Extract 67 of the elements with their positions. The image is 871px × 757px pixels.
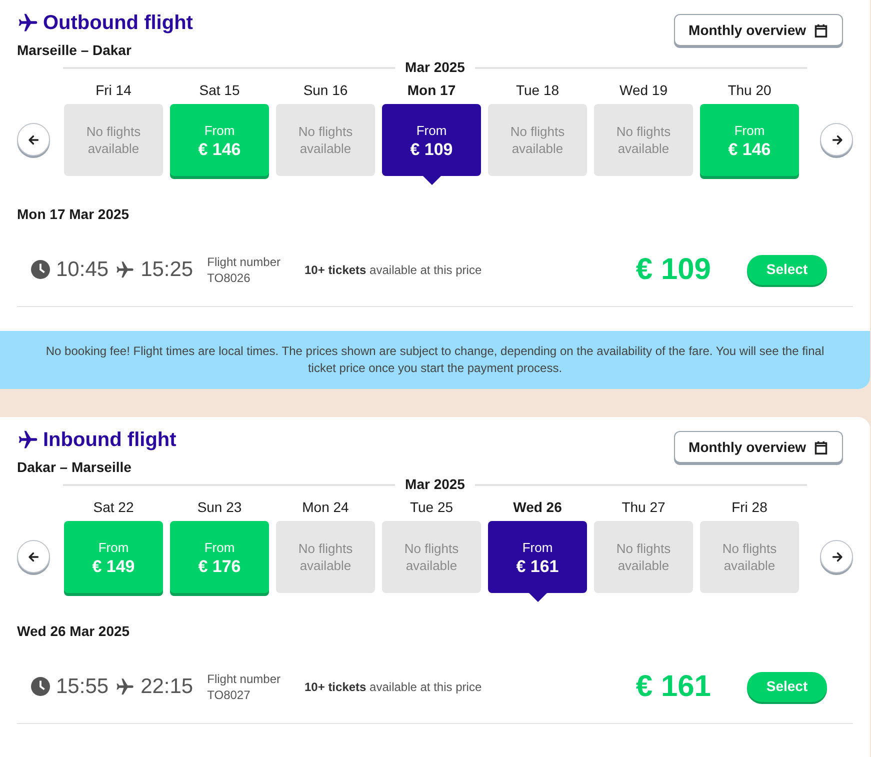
tile-pointer	[423, 176, 441, 185]
next-button[interactable]	[820, 540, 853, 573]
plane-icon	[114, 676, 135, 696]
flight-price: € 109	[636, 252, 711, 288]
day-label: Sat 22	[93, 498, 134, 517]
day-label: Sun 16	[303, 81, 348, 100]
day-label: Sun 23	[197, 498, 242, 517]
calendar-icon	[814, 440, 828, 454]
day-tile[interactable]: No flights available	[64, 104, 163, 176]
section-title: Inbound flight	[43, 428, 176, 453]
plane-icon	[17, 12, 39, 34]
day-tile[interactable]: No flights available	[382, 521, 481, 593]
route-text: Dakar – Marseille	[17, 458, 132, 477]
tile-pointer	[529, 593, 547, 602]
calendar-icon	[814, 22, 828, 38]
day-label: Wed 26	[513, 498, 562, 517]
flight-number: TO8027	[207, 686, 252, 702]
section-title: Outbound flight	[43, 11, 193, 36]
flight-number: TO8026	[207, 270, 252, 286]
day-label: Mon 17	[407, 81, 456, 100]
day-label: Thu 27	[622, 498, 666, 517]
departure-time: 10:45	[56, 256, 109, 283]
flight-price: € 161	[636, 669, 711, 705]
monthly-overview-button[interactable]: Monthly overview	[674, 431, 843, 463]
clock-icon	[31, 260, 50, 279]
departure-time: 15:55	[56, 674, 109, 700]
arrival-time: 15:25	[140, 256, 194, 283]
day-tile[interactable]: No flights available	[276, 521, 375, 593]
day-label: Sat 15	[199, 81, 240, 100]
day-label: Thu 20	[728, 81, 772, 100]
next-button[interactable]	[820, 123, 853, 156]
monthly-overview-button[interactable]: Monthly overview	[674, 14, 843, 46]
day-tile[interactable]: No flights available	[594, 521, 693, 593]
day-label: Tue 25	[410, 498, 454, 517]
day-tile[interactable]: From € 146	[170, 104, 269, 176]
day-label: Wed 19	[620, 81, 668, 100]
route-text: Marseille – Dakar	[17, 41, 132, 60]
flight-number-label: Flight number	[207, 670, 280, 686]
selected-date-heading: Wed 26 Mar 2025	[16, 622, 131, 641]
day-tile[interactable]: From € 161	[488, 521, 587, 593]
day-label: Tue 18	[516, 81, 560, 100]
day-tile[interactable]: From € 146	[700, 104, 799, 176]
day-tile[interactable]: No flights available	[488, 104, 587, 176]
day-tile[interactable]: No flights available	[700, 521, 799, 593]
day-tile[interactable]: From € 109	[382, 104, 481, 176]
day-label: Mon 24	[302, 498, 349, 517]
tickets-text: 10+ tickets available at this price	[304, 262, 482, 278]
day-tile[interactable]: No flights available	[594, 104, 693, 176]
notice-banner: No booking fee! Flight times are local times. The prices shown are subject to change, depending on the availability of the fare. You will see the final ticket price once you start the payment process.	[0, 331, 870, 389]
clock-icon	[31, 677, 50, 696]
selected-date-heading: Mon 17 Mar 2025	[16, 205, 130, 224]
month-label: Mar 2025	[404, 475, 466, 494]
select-button[interactable]: Select	[747, 672, 827, 702]
flight-number-label: Flight number	[207, 254, 280, 270]
plane-icon	[114, 260, 135, 280]
day-label: Fri 28	[732, 498, 768, 517]
day-tile[interactable]: From € 149	[64, 521, 163, 593]
arrival-time: 22:15	[140, 674, 194, 700]
plane-icon	[17, 429, 39, 451]
day-tile[interactable]: From € 176	[170, 521, 269, 593]
month-label: Mar 2025	[404, 58, 466, 77]
day-tile[interactable]: No flights available	[276, 104, 375, 176]
day-label: Fri 14	[96, 81, 132, 100]
tickets-text: 10+ tickets available at this price	[304, 678, 482, 696]
select-button[interactable]: Select	[747, 254, 827, 284]
previous-button[interactable]	[17, 123, 50, 156]
previous-button[interactable]	[17, 540, 50, 573]
